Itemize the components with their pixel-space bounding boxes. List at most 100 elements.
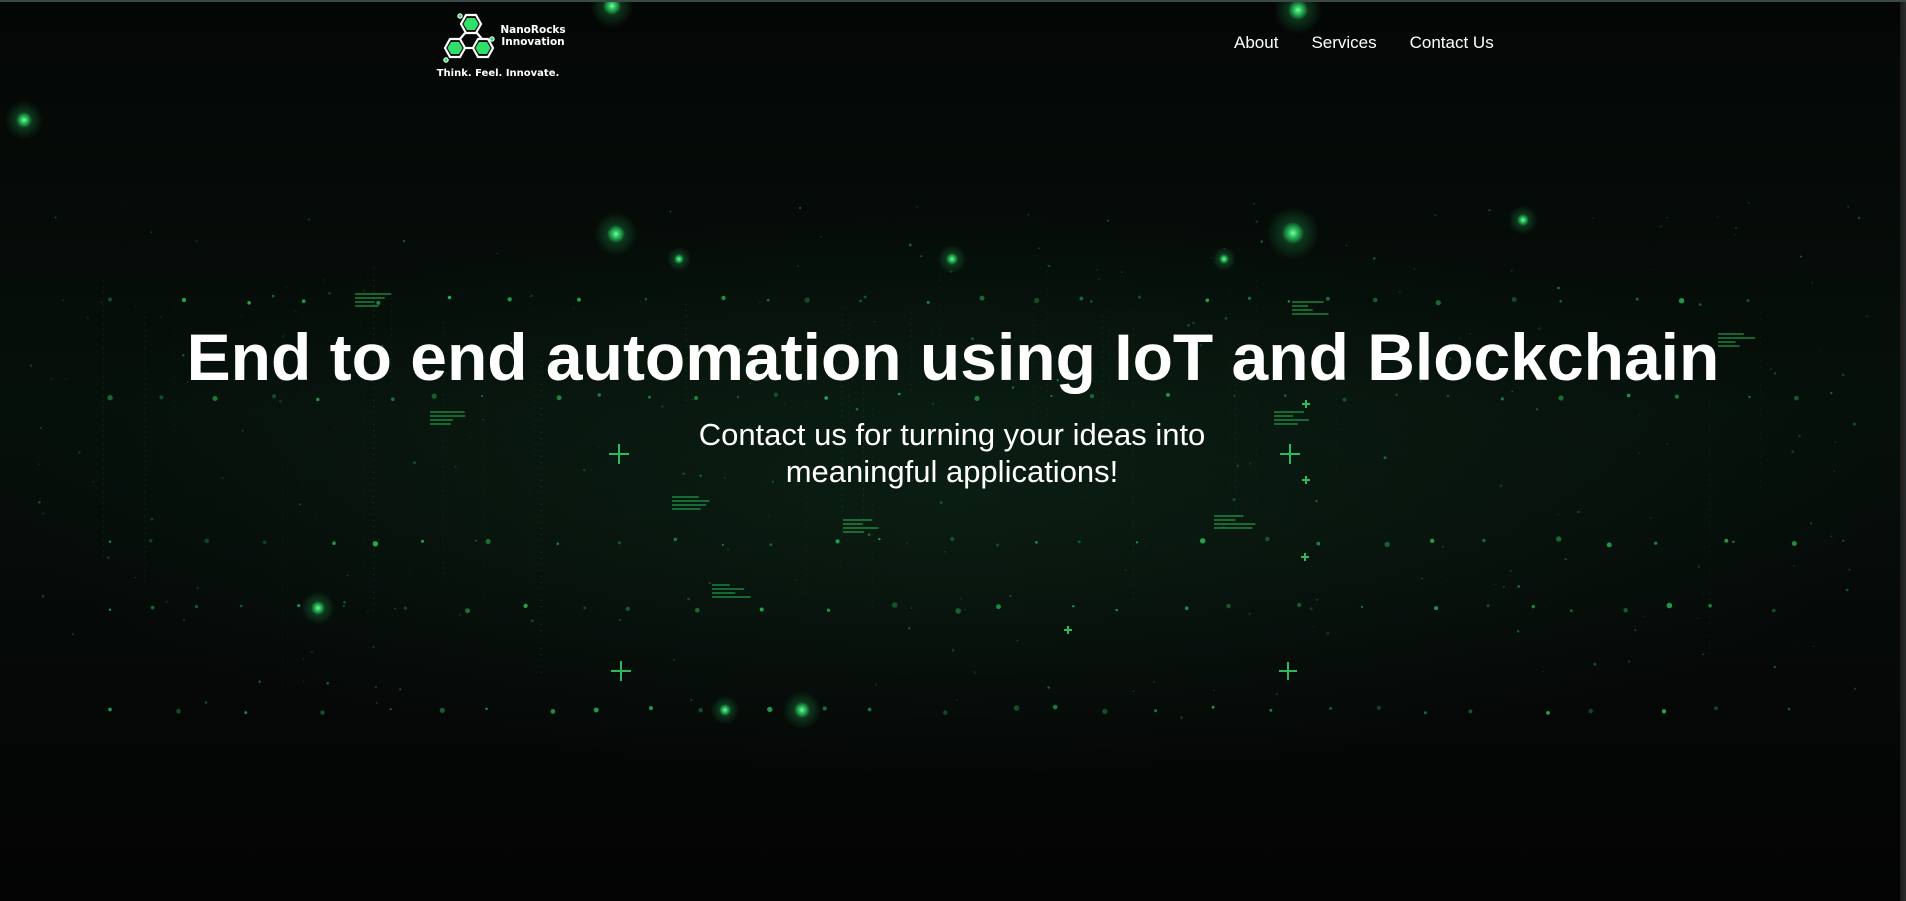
- grid-dot: [1184, 606, 1189, 610]
- particle-dot: [1542, 670, 1544, 673]
- grid-dot: [421, 539, 424, 543]
- particle-dot: [619, 618, 622, 621]
- grid-dot: [1570, 609, 1573, 613]
- grid-dot: [108, 297, 112, 302]
- nav-link-contact-us[interactable]: Contact Us: [1410, 33, 1494, 53]
- particle-dot: [1120, 271, 1123, 273]
- particle-dot: [1834, 441, 1836, 443]
- particle-dot: [1734, 234, 1736, 236]
- particle-dot: [1509, 569, 1512, 573]
- brand-name-line1: NanoRocks: [500, 24, 566, 36]
- grid-dot: [979, 295, 985, 301]
- particle-dot: [608, 231, 611, 234]
- particle-dot: [221, 476, 225, 480]
- particle-dot: [1535, 408, 1538, 411]
- nav-link-services[interactable]: Services: [1311, 33, 1376, 53]
- particle-dot: [1398, 290, 1401, 293]
- particle-dot: [38, 463, 40, 466]
- particle-dot: [1341, 428, 1343, 430]
- brand-name: NanoRocks Innovation: [498, 24, 568, 48]
- glow-halo: [710, 695, 740, 725]
- grid-dot: [955, 608, 961, 614]
- particle-dot: [906, 542, 909, 545]
- grid-dot: [1384, 541, 1390, 548]
- brand-logo[interactable]: NanoRocks Innovation Think. Feel. Innova…: [436, 12, 566, 84]
- particle-dot: [1255, 220, 1258, 223]
- grid-dot: [1200, 538, 1206, 544]
- particle-dot: [1593, 662, 1597, 666]
- grid-dot: [721, 543, 724, 546]
- particle-dot: [367, 610, 369, 612]
- particle-dot: [39, 427, 42, 430]
- particle-dot: [1813, 645, 1815, 647]
- glow-halo: [667, 247, 691, 271]
- plus-marker: [1302, 400, 1310, 408]
- particle-dot: [1132, 690, 1134, 692]
- grid-dot: [1714, 706, 1718, 711]
- particle-dot: [1016, 639, 1019, 642]
- particle-dot: [1090, 300, 1093, 303]
- particle-dot: [627, 446, 629, 448]
- grid-dot: [320, 710, 325, 715]
- particle-dot: [1650, 517, 1652, 519]
- particle-dot: [372, 540, 375, 543]
- nav-link-about[interactable]: About: [1234, 33, 1278, 53]
- particle-dot: [799, 206, 802, 210]
- particle-dot: [1434, 214, 1437, 217]
- grid-dot: [1606, 542, 1612, 548]
- particle-dot: [294, 310, 297, 313]
- grid-dot: [342, 604, 345, 608]
- particle-dot: [195, 239, 198, 243]
- grid-dot: [1559, 300, 1562, 303]
- particle-dot: [326, 681, 330, 685]
- grid-dot: [974, 396, 980, 401]
- particle-dot: [939, 501, 943, 504]
- particle-dot: [122, 202, 124, 204]
- grid-dot: [376, 300, 381, 305]
- grid-dot: [1661, 709, 1667, 714]
- particle-dot: [920, 255, 923, 258]
- particle-dot: [134, 577, 136, 579]
- plus-marker: [1301, 553, 1309, 561]
- glow-node: [794, 702, 810, 718]
- particle-dot: [399, 688, 402, 691]
- particle-dot: [768, 514, 770, 517]
- particle-dot: [949, 270, 953, 273]
- particle-dot: [303, 658, 305, 660]
- grid-dot: [1430, 538, 1435, 543]
- grid-dot: [859, 299, 862, 303]
- particle-dot: [1038, 247, 1041, 250]
- particle-dot: [855, 407, 859, 411]
- particle-dot: [1717, 216, 1719, 218]
- brand-tagline: Think. Feel. Innovate.: [436, 68, 560, 79]
- particle-dot: [513, 571, 515, 573]
- grid-dot: [695, 607, 700, 613]
- particle-dot: [86, 316, 90, 320]
- grid-dot: [1077, 540, 1081, 544]
- particle-dot: [106, 556, 110, 560]
- grid-dot: [698, 707, 703, 713]
- particle-dot: [328, 291, 331, 295]
- particle-dot: [1326, 631, 1330, 635]
- grid-dot: [372, 541, 379, 547]
- grid-dot: [1052, 704, 1058, 710]
- grid-dot: [1468, 709, 1473, 714]
- particle-dot: [374, 686, 378, 689]
- grid-dot: [1511, 297, 1517, 302]
- particle-dot: [708, 582, 711, 585]
- particle-dot: [932, 403, 934, 405]
- plus-marker: [609, 444, 629, 464]
- particle-dot: [617, 677, 619, 679]
- particle-dot: [459, 614, 461, 616]
- particle-dot: [413, 461, 416, 465]
- grid-dot: [891, 602, 898, 608]
- glow-halo: [594, 212, 638, 256]
- plus-marker: [1064, 626, 1072, 634]
- particle-dot: [531, 619, 534, 623]
- hero-subtitle: Contact us for turning your ideas into m…: [698, 417, 1206, 489]
- particle-dot: [1794, 641, 1796, 643]
- particle-dot: [916, 206, 918, 208]
- particle-dot: [1830, 535, 1833, 538]
- particle-dot: [1493, 584, 1495, 585]
- grid-dot: [301, 299, 306, 304]
